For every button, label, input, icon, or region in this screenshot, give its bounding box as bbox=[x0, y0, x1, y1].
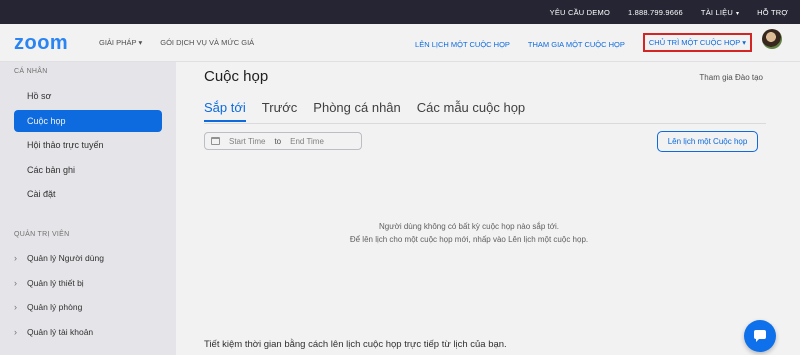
schedule-meeting-button[interactable]: Lên lịch một Cuộc họp bbox=[657, 131, 758, 152]
chat-icon bbox=[754, 330, 766, 342]
sidebar: CÁ NHÂN Hồ sơ Cuộc họp Hội thảo trực tuy… bbox=[0, 62, 176, 355]
main-navbar: zoom GIẢI PHÁP ▾ GÓI DỊCH VỤ VÀ MỨC GIÁ … bbox=[0, 24, 800, 62]
sidebar-item-webinars[interactable]: Hội thảo trực tuyến bbox=[14, 134, 162, 156]
request-demo-link[interactable]: YÊU CẦU DEMO bbox=[550, 8, 610, 17]
end-time-field[interactable]: End Time bbox=[290, 137, 324, 146]
sidebar-item-profile[interactable]: Hồ sơ bbox=[14, 85, 162, 107]
nav-right: LÊN LỊCH MỘT CUỘC HỌP THAM GIA MỘT CUỘC … bbox=[415, 33, 752, 52]
chevron-right-icon: › bbox=[14, 327, 17, 337]
top-utility-bar: YÊU CẦU DEMO 1.888.799.9666 TÀI LIỆU ▾ HỖ… bbox=[0, 0, 800, 24]
chat-button[interactable] bbox=[744, 320, 776, 352]
tab-meeting-templates[interactable]: Các mẫu cuộc họp bbox=[417, 100, 525, 122]
sidebar-item-account-management[interactable]: › Quản lý tài khoản bbox=[14, 321, 93, 343]
host-meeting-menu[interactable]: CHỦ TRÌ MỘT CUỘC HỌP ▾ bbox=[642, 33, 752, 52]
sidebar-item-label: Quản lý thiết bị bbox=[27, 278, 84, 288]
sidebar-item-user-management[interactable]: › Quản lý Người dùng bbox=[14, 247, 104, 269]
sidebar-item-settings[interactable]: Cài đặt bbox=[14, 183, 162, 205]
calendar-icon bbox=[211, 137, 220, 145]
calendar-tip-text: Tiết kiệm thời gian bằng cách lên lịch c… bbox=[204, 339, 507, 350]
sidebar-item-label: Quản lý tài khoản bbox=[27, 327, 94, 337]
meeting-tabs: Sắp tới Trước Phòng cá nhân Các mẫu cuộc… bbox=[204, 100, 525, 122]
tab-previous[interactable]: Trước bbox=[262, 100, 298, 122]
chevron-right-icon: › bbox=[14, 278, 17, 288]
caret-down-icon: ▾ bbox=[735, 10, 740, 17]
plans-pricing-link[interactable]: GÓI DỊCH VỤ VÀ MỨC GIÁ bbox=[160, 38, 254, 47]
phone-number[interactable]: 1.888.799.9666 bbox=[628, 8, 683, 17]
host-meeting-label: CHỦ TRÌ MỘT CUỘC HỌP bbox=[648, 38, 741, 47]
date-range-separator: to bbox=[274, 136, 282, 146]
sidebar-item-recordings[interactable]: Các bản ghi bbox=[14, 159, 162, 181]
page-title: Cuộc họp bbox=[204, 68, 269, 85]
tab-divider bbox=[204, 123, 766, 124]
nav-left: GIẢI PHÁP ▾ GÓI DỊCH VỤ VÀ MỨC GIÁ bbox=[99, 38, 254, 47]
support-link[interactable]: HỖ TRỢ bbox=[757, 8, 788, 17]
tab-upcoming[interactable]: Sắp tới bbox=[204, 100, 246, 122]
personal-section-title: CÁ NHÂN bbox=[14, 68, 48, 75]
admin-section-title: QUẢN TRỊ VIÊN bbox=[14, 231, 70, 238]
solutions-label: GIẢI PHÁP bbox=[99, 38, 137, 47]
sidebar-item-room-management[interactable]: › Quản lý phòng bbox=[14, 296, 82, 318]
zoom-logo[interactable]: zoom bbox=[14, 32, 68, 55]
solutions-menu[interactable]: GIẢI PHÁP ▾ bbox=[99, 38, 142, 47]
schedule-meeting-link[interactable]: LÊN LỊCH MỘT CUỘC HỌP bbox=[415, 40, 510, 49]
chevron-right-icon: › bbox=[14, 302, 17, 312]
caret-down-icon: ▾ bbox=[742, 38, 746, 47]
join-training-link[interactable]: Tham gia Đào tạo bbox=[699, 73, 763, 82]
main-content: Cuộc họp Tham gia Đào tạo Sắp tới Trước … bbox=[176, 62, 800, 355]
start-time-field[interactable]: Start Time bbox=[229, 137, 265, 146]
sidebar-item-label: Quản lý Người dùng bbox=[27, 253, 104, 263]
avatar[interactable] bbox=[762, 29, 782, 49]
empty-state-line2: Để lên lịch cho một cuộc họp mới, nhấp v… bbox=[349, 235, 589, 244]
chevron-right-icon: › bbox=[14, 253, 17, 263]
sidebar-item-meetings[interactable]: Cuộc họp bbox=[14, 110, 162, 132]
date-range-filter[interactable]: Start Time to End Time bbox=[204, 132, 362, 150]
caret-down-icon: ▾ bbox=[138, 38, 143, 47]
sidebar-item-label: Quản lý phòng bbox=[27, 302, 83, 312]
resources-label: TÀI LIỆU bbox=[700, 7, 733, 17]
sidebar-item-device-management[interactable]: › Quản lý thiết bị bbox=[14, 272, 84, 294]
join-meeting-link[interactable]: THAM GIA MỘT CUỘC HỌP bbox=[528, 40, 625, 49]
tab-personal-room[interactable]: Phòng cá nhân bbox=[313, 100, 400, 122]
resources-menu[interactable]: TÀI LIỆU ▾ bbox=[701, 8, 739, 17]
empty-state-line1: Người dùng không có bất kỳ cuộc họp nào … bbox=[379, 222, 559, 231]
